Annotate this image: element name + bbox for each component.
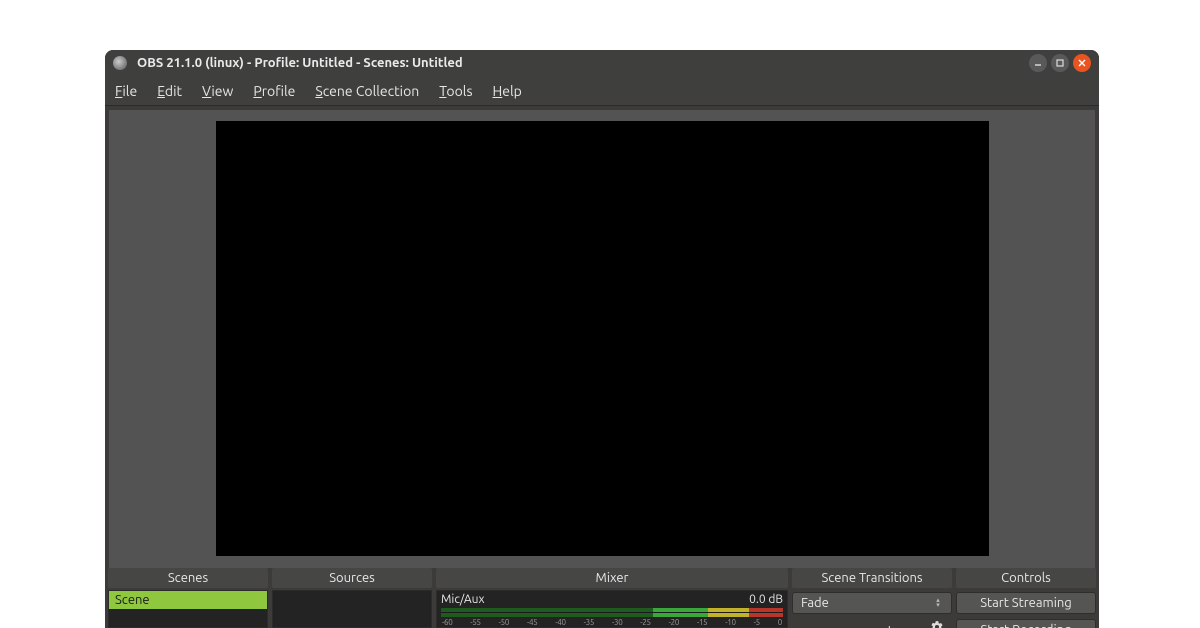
app-icon: [113, 56, 127, 70]
vu-scale: -60-55-50-45-40-35-30-25-20-15-10-50: [441, 618, 783, 627]
transition-tools: + −: [792, 620, 952, 628]
panel-sources: Sources: [272, 568, 432, 628]
vu-meter: [441, 608, 783, 617]
menu-tools[interactable]: Tools: [439, 83, 472, 99]
panel-transitions-body: Fade ▴▾ + −: [792, 590, 952, 628]
panel-mixer: Mixer Mic/Aux 0.0 dB -60-55-50-45-40-35-…: [436, 568, 788, 628]
menu-view[interactable]: View: [202, 83, 233, 99]
panel-transitions-title: Scene Transitions: [792, 568, 952, 588]
preview-canvas[interactable]: [216, 121, 989, 556]
mixer-channel-level: 0.0 dB: [749, 593, 783, 606]
scene-item[interactable]: Scene: [109, 591, 267, 609]
close-button[interactable]: [1073, 54, 1091, 72]
menu-edit[interactable]: Edit: [157, 83, 182, 99]
panel-controls-title: Controls: [956, 568, 1096, 588]
panel-mixer-title: Mixer: [436, 568, 788, 588]
panel-scenes-body[interactable]: Scene: [108, 590, 268, 628]
start-recording-button[interactable]: Start Recording: [956, 619, 1096, 628]
obs-window: OBS 21.1.0 (linux) - Profile: Untitled -…: [105, 50, 1099, 628]
mixer-channel-name: Mic/Aux: [441, 593, 485, 606]
gear-icon[interactable]: [930, 620, 944, 628]
panel-scenes-title: Scenes: [108, 568, 268, 588]
preview-area: [105, 106, 1099, 568]
menu-file[interactable]: File: [115, 83, 137, 99]
window-title: OBS 21.1.0 (linux) - Profile: Untitled -…: [137, 56, 1029, 70]
bottom-panels: Scenes Scene Sources Mixer Mic/Aux 0.0 d…: [105, 568, 1099, 628]
maximize-button[interactable]: [1051, 54, 1069, 72]
panel-controls: Controls Start Streaming Start Recording: [956, 568, 1096, 628]
window-controls: [1029, 54, 1091, 72]
menu-profile[interactable]: Profile: [253, 83, 295, 99]
panel-controls-body: Start Streaming Start Recording: [956, 590, 1096, 628]
remove-transition-icon[interactable]: −: [908, 620, 916, 628]
panel-sources-title: Sources: [272, 568, 432, 588]
menu-help[interactable]: Help: [493, 83, 522, 99]
start-streaming-button[interactable]: Start Streaming: [956, 592, 1096, 614]
panel-transitions: Scene Transitions Fade ▴▾ + −: [792, 568, 952, 628]
panel-scenes: Scenes Scene: [108, 568, 268, 628]
panel-sources-body[interactable]: [272, 590, 432, 628]
spin-icon: ▴▾: [933, 598, 943, 608]
menu-scene-collection[interactable]: Scene Collection: [315, 83, 419, 99]
mixer-channel: Mic/Aux 0.0 dB: [441, 593, 783, 606]
transition-select[interactable]: Fade ▴▾: [792, 592, 952, 614]
transition-selected: Fade: [801, 596, 829, 610]
menubar: File Edit View Profile Scene Collection …: [105, 76, 1099, 106]
panel-mixer-body: Mic/Aux 0.0 dB -60-55-50-45-40-35-30-25-…: [436, 590, 788, 628]
minimize-button[interactable]: [1029, 54, 1047, 72]
add-transition-icon[interactable]: +: [885, 620, 893, 628]
titlebar[interactable]: OBS 21.1.0 (linux) - Profile: Untitled -…: [105, 50, 1099, 76]
